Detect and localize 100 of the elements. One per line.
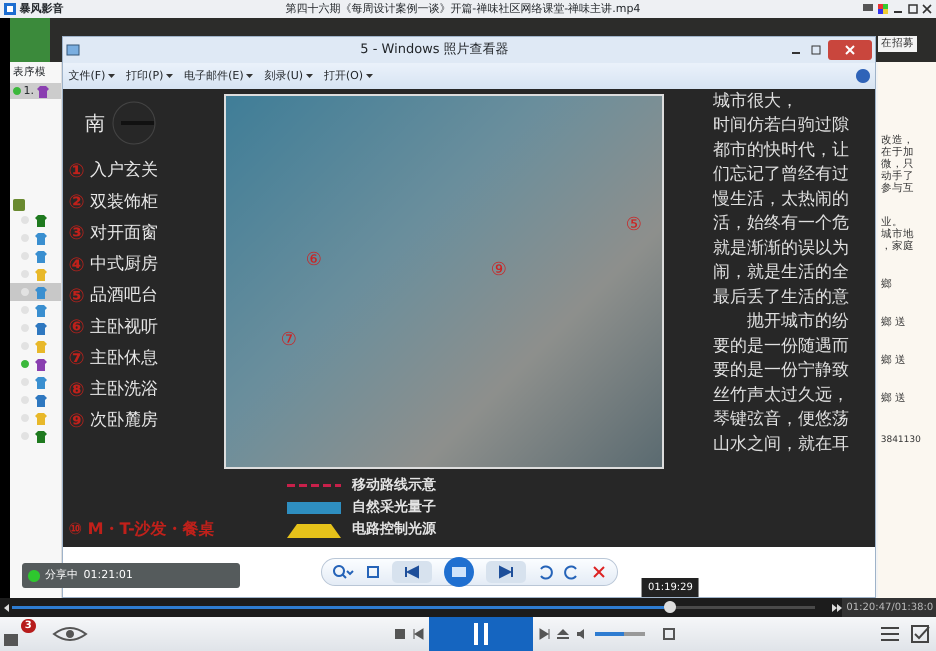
key-label: 移动路线示意 xyxy=(352,476,436,496)
legend-label: 次卧麓房 xyxy=(90,409,158,432)
maximize-icon[interactable] xyxy=(808,44,823,56)
light-source-icon xyxy=(287,522,341,538)
compass-icon xyxy=(110,100,156,146)
key-label: 自然采光量子 xyxy=(352,498,436,518)
fullscreen-icon[interactable] xyxy=(662,627,676,641)
share-label: 分享中 xyxy=(45,567,78,584)
menu-item[interactable]: 打印(P) xyxy=(126,68,174,84)
plan-marker: ⑦ xyxy=(280,328,297,352)
legend-label: 对开面窗 xyxy=(90,222,158,245)
chat-text-fragment: 参与互 xyxy=(880,182,915,194)
chat-gift-text: 鄉 送 xyxy=(880,316,908,328)
compass-label: 南 xyxy=(85,110,105,137)
user-row[interactable] xyxy=(10,283,61,302)
menu-item[interactable]: 打开(O) xyxy=(324,68,373,84)
recruit-text: 在招募 xyxy=(878,36,916,52)
legend-label: 主卧视听 xyxy=(90,316,158,339)
chat-number: 3841130 xyxy=(880,434,922,446)
pause-button[interactable] xyxy=(429,617,534,651)
chat-text-fragment: ，家庭 xyxy=(880,240,915,252)
skin-icon[interactable] xyxy=(877,3,889,15)
window-title: 5 - Windows 照片查看器 xyxy=(359,41,510,60)
paragraph-line: 都市的快时代，让 xyxy=(713,138,850,162)
legend-label: 品酒吧台 xyxy=(90,284,158,308)
maximize-icon[interactable] xyxy=(906,3,918,15)
eye-icon[interactable] xyxy=(52,625,88,643)
legend-number: ⑥ xyxy=(68,315,85,340)
paragraph-line: 城市很大， xyxy=(713,90,799,113)
legend-number: ⑤ xyxy=(68,284,85,309)
paragraph-line: 活，始终有一个危 xyxy=(713,212,850,236)
legend-label: 中式厨房 xyxy=(90,253,158,276)
paragraph-line: 要的是一份随遇而 xyxy=(713,334,850,358)
route-line-icon xyxy=(287,484,341,488)
chat-text-fragment: 业。 xyxy=(880,216,904,228)
legend-label: 双装饰柜 xyxy=(90,190,158,214)
logo-icon xyxy=(2,2,17,16)
legend-label: 主卧洗浴 xyxy=(90,378,158,402)
legend-number: ② xyxy=(68,190,85,216)
previous-icon[interactable] xyxy=(412,628,424,640)
next-icon[interactable] xyxy=(538,628,551,640)
eject-icon[interactable] xyxy=(556,628,570,640)
caret-icon xyxy=(366,74,373,78)
chat-text-fragment: 微，只 xyxy=(880,158,915,170)
pause-icon xyxy=(472,623,490,645)
room-avatar xyxy=(10,18,50,62)
seek-thumb[interactable] xyxy=(664,601,676,613)
plan-marker: ⑨ xyxy=(490,258,507,282)
slideshow-button[interactable] xyxy=(442,556,474,588)
delete-icon[interactable] xyxy=(590,564,606,580)
zoom-icon[interactable] xyxy=(332,564,354,580)
chat-gift-text: 鄉 xyxy=(880,278,893,290)
back-arrow-icon[interactable] xyxy=(2,602,11,612)
paragraph-line: 琴键弦音，便悠荡 xyxy=(713,408,850,432)
paragraph-line: 要的是一份宁静致 xyxy=(713,359,850,382)
key-label: 电路控制光源 xyxy=(352,520,436,540)
legend-number: ③ xyxy=(68,221,85,246)
mode-label: 表序模 xyxy=(12,64,47,80)
chat-gift-text: 鄉 送 xyxy=(880,354,908,366)
group-icon xyxy=(12,199,25,212)
time-display: 01:20:47/01:38:0 xyxy=(842,598,936,617)
legend-number: ⑨ xyxy=(68,408,85,434)
paragraph-line: 闹，就是生活的全 xyxy=(713,261,850,284)
stop-icon[interactable] xyxy=(394,628,406,640)
time-tooltip: 01:19:29 xyxy=(642,578,699,597)
rotate-right-icon[interactable] xyxy=(564,564,580,580)
chat-text-fragment: 城市地 xyxy=(880,228,915,240)
menu-item[interactable]: 文件(F) xyxy=(68,68,116,84)
list-icon[interactable] xyxy=(880,625,900,643)
paragraph-line: 就是渐渐的误以为 xyxy=(713,236,850,260)
plan-marker: ⑥ xyxy=(306,248,322,272)
image-icon xyxy=(66,44,80,56)
legend-number: ⑦ xyxy=(68,346,85,372)
app-name[interactable]: 暴风影音 xyxy=(20,0,64,18)
caret-icon xyxy=(306,74,313,78)
user-number: 1. xyxy=(24,83,34,99)
caret-icon xyxy=(246,74,254,78)
close-icon[interactable] xyxy=(921,3,934,15)
legend-footer: ⑩ M・T-沙发・餐桌 xyxy=(68,516,218,542)
chat-gift-text: 鄉 送 xyxy=(880,392,908,404)
legend-label: 入户玄关 xyxy=(90,159,158,182)
paragraph-line: 们忘记了曾经有过 xyxy=(713,163,850,186)
close-button[interactable] xyxy=(828,40,872,60)
legend-number: ④ xyxy=(68,252,85,278)
paragraph-line: 山水之间，就在耳 xyxy=(713,432,850,456)
playlist-icon[interactable] xyxy=(2,631,21,647)
fit-icon[interactable] xyxy=(364,564,380,580)
chat-text-fragment: 在于加 xyxy=(880,146,915,158)
notification-badge: 3 xyxy=(20,619,36,633)
next-icon[interactable] xyxy=(486,561,526,584)
previous-icon[interactable] xyxy=(392,561,432,584)
legend-label: 主卧休息 xyxy=(90,346,158,370)
fast-forward-icon[interactable] xyxy=(830,602,842,612)
daylight-band-icon xyxy=(287,500,341,516)
paragraph-line: 抛开城市的纷 xyxy=(746,310,850,334)
caret-icon xyxy=(108,74,116,78)
legend-number: ⑧ xyxy=(68,378,85,403)
menu-item[interactable]: 刻录(U) xyxy=(264,68,313,84)
menu-item[interactable]: 电子邮件(E) xyxy=(184,68,254,84)
legend-number: ① xyxy=(68,158,85,184)
